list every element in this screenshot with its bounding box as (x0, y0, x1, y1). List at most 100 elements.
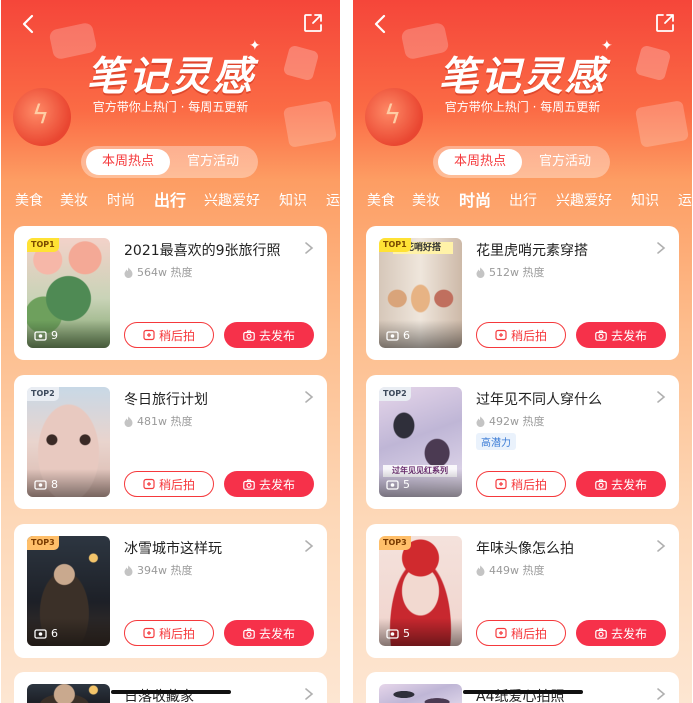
flame-icon (124, 565, 133, 576)
share-icon[interactable] (654, 12, 676, 34)
category-tab-sports[interactable]: 运 (678, 190, 692, 212)
topic-thumbnail[interactable]: TOP1 9 (27, 238, 110, 348)
shoot-later-button[interactable]: 稍后拍 (124, 620, 214, 646)
screen-left: ϟ ✦ 笔记灵感 官方带你上热门 · 每周五更新 本周热点 官方活动 美食 美妆… (1, 0, 340, 703)
category-tab-fashion[interactable]: 时尚 (459, 190, 491, 212)
category-tab-hobbies[interactable]: 兴趣爱好 (556, 190, 612, 212)
publish-button[interactable]: 去发布 (224, 620, 314, 646)
shoot-later-button[interactable]: 稍后拍 (124, 471, 214, 497)
shoot-later-label: 稍后拍 (158, 477, 195, 492)
tab-weekly-hot[interactable]: 本周热点 (86, 149, 170, 175)
heat-value: 512w 热度 (489, 266, 545, 279)
tab-weekly-hot[interactable]: 本周热点 (438, 149, 522, 175)
flame-icon (124, 267, 133, 278)
add-later-icon (143, 627, 155, 639)
camera-icon (243, 627, 255, 639)
category-tab-knowledge[interactable]: 知识 (279, 190, 307, 212)
topic-thumbnail[interactable]: 花哨好搭 TOP1 6 (379, 238, 462, 348)
topic-thumbnail[interactable] (27, 684, 110, 703)
header-banner: ϟ ✦ 笔记灵感 官方带你上热门 · 每周五更新 (1, 0, 340, 148)
topic-card-partial[interactable]: 日落收藏家 (14, 672, 327, 703)
chevron-right-icon[interactable] (303, 686, 315, 702)
topic-thumbnail[interactable]: 过年见见红系列 TOP2 5 (379, 387, 462, 497)
topic-thumbnail[interactable]: TOP3 6 (27, 536, 110, 646)
add-later-icon (495, 329, 507, 341)
category-tab-knowledge[interactable]: 知识 (631, 190, 659, 212)
topic-title[interactable]: 年味头像怎么拍 (476, 538, 651, 558)
topic-title[interactable]: 过年见不同人穿什么 (476, 389, 651, 409)
category-tab-hobbies[interactable]: 兴趣爱好 (204, 190, 260, 212)
page-title: 笔记灵感 (86, 54, 255, 100)
category-tab-fashion[interactable]: 时尚 (107, 190, 135, 212)
publish-button[interactable]: 去发布 (224, 471, 314, 497)
shoot-later-label: 稍后拍 (510, 477, 547, 492)
publish-button[interactable]: 去发布 (224, 322, 314, 348)
shoot-later-button[interactable]: 稍后拍 (476, 620, 566, 646)
topic-title[interactable]: 花里虎哨元素穿搭 (476, 240, 651, 260)
chevron-right-icon[interactable] (303, 240, 315, 256)
topic-title[interactable]: 冰雪城市这样玩 (124, 538, 299, 558)
publish-button[interactable]: 去发布 (576, 620, 666, 646)
shoot-later-label: 稍后拍 (510, 328, 547, 343)
add-later-icon (143, 329, 155, 341)
topic-card[interactable]: 过年见见红系列 TOP2 5 过年见不同人穿什么 492w 热度 高潜力 稍后拍… (366, 375, 679, 509)
chevron-right-icon[interactable] (655, 389, 667, 405)
category-tab-sports[interactable]: 运 (326, 190, 340, 212)
tab-official-events[interactable]: 官方活动 (523, 149, 607, 175)
topic-card[interactable]: TOP3 6 冰雪城市这样玩 394w 热度 稍后拍 去发布 (14, 524, 327, 658)
heat-value: 449w 热度 (489, 564, 545, 577)
publish-button[interactable]: 去发布 (576, 322, 666, 348)
publish-label: 去发布 (610, 328, 647, 343)
back-arrow-icon[interactable] (369, 12, 393, 36)
flame-icon (476, 416, 485, 427)
shoot-later-button[interactable]: 稍后拍 (476, 471, 566, 497)
topic-card[interactable]: 花哨好搭 TOP1 6 花里虎哨元素穿搭 512w 热度 稍后拍 去发布 (366, 226, 679, 360)
rank-badge: TOP2 (27, 387, 59, 401)
topic-card-partial[interactable]: A4纸爱心拍照 (366, 672, 679, 703)
topic-title[interactable]: 冬日旅行计划 (124, 389, 299, 409)
photo-count: 5 (386, 627, 410, 640)
photo-count-icon (34, 480, 47, 490)
publish-button[interactable]: 去发布 (576, 471, 666, 497)
publish-label: 去发布 (610, 477, 647, 492)
category-tab-food[interactable]: 美食 (367, 190, 395, 212)
chevron-right-icon[interactable] (655, 538, 667, 554)
header-banner: ϟ ✦ 笔记灵感 官方带你上热门 · 每周五更新 (353, 0, 692, 148)
photo-count-value: 8 (51, 478, 58, 491)
rank-badge: TOP2 (379, 387, 411, 401)
category-tab-food[interactable]: 美食 (15, 190, 43, 212)
category-tab-beauty[interactable]: 美妆 (412, 190, 440, 212)
topic-card[interactable]: TOP2 8 冬日旅行计划 481w 热度 稍后拍 去发布 (14, 375, 327, 509)
topic-thumbnail[interactable]: TOP3 5 (379, 536, 462, 646)
tab-official-events[interactable]: 官方活动 (171, 149, 255, 175)
topic-title[interactable]: A4纸爱心拍照 (476, 686, 564, 703)
chevron-right-icon[interactable] (655, 240, 667, 256)
topic-card[interactable]: TOP3 5 年味头像怎么拍 449w 热度 稍后拍 去发布 (366, 524, 679, 658)
publish-label: 去发布 (610, 626, 647, 641)
shoot-later-button[interactable]: 稍后拍 (124, 322, 214, 348)
category-tab-beauty[interactable]: 美妆 (60, 190, 88, 212)
heat-value: 492w 热度 (489, 415, 545, 428)
back-arrow-icon[interactable] (17, 12, 41, 36)
camera-icon (243, 329, 255, 341)
chevron-right-icon[interactable] (655, 686, 667, 702)
screen-right: ϟ ✦ 笔记灵感 官方带你上热门 · 每周五更新 本周热点 官方活动 美食 美妆… (353, 0, 692, 703)
topic-title[interactable]: 2021最喜欢的9张旅行照 (124, 240, 299, 260)
topic-card[interactable]: TOP1 9 2021最喜欢的9张旅行照 564w 热度 稍后拍 去发布 (14, 226, 327, 360)
flame-icon (476, 565, 485, 576)
chevron-right-icon[interactable] (303, 538, 315, 554)
share-icon[interactable] (302, 12, 324, 34)
category-tab-travel[interactable]: 出行 (509, 190, 537, 212)
photo-count: 8 (34, 478, 58, 491)
heat-stat: 512w 热度 (476, 264, 545, 280)
camera-icon (595, 329, 607, 341)
topic-thumbnail[interactable]: TOP2 8 (27, 387, 110, 497)
heat-value: 564w 热度 (137, 266, 193, 279)
photo-count-icon (386, 629, 399, 639)
chevron-right-icon[interactable] (303, 389, 315, 405)
heat-stat: 449w 热度 (476, 562, 545, 578)
shoot-later-button[interactable]: 稍后拍 (476, 322, 566, 348)
category-tab-travel[interactable]: 出行 (154, 190, 186, 212)
topic-title[interactable]: 日落收藏家 (124, 686, 194, 703)
topic-thumbnail[interactable] (379, 684, 462, 703)
